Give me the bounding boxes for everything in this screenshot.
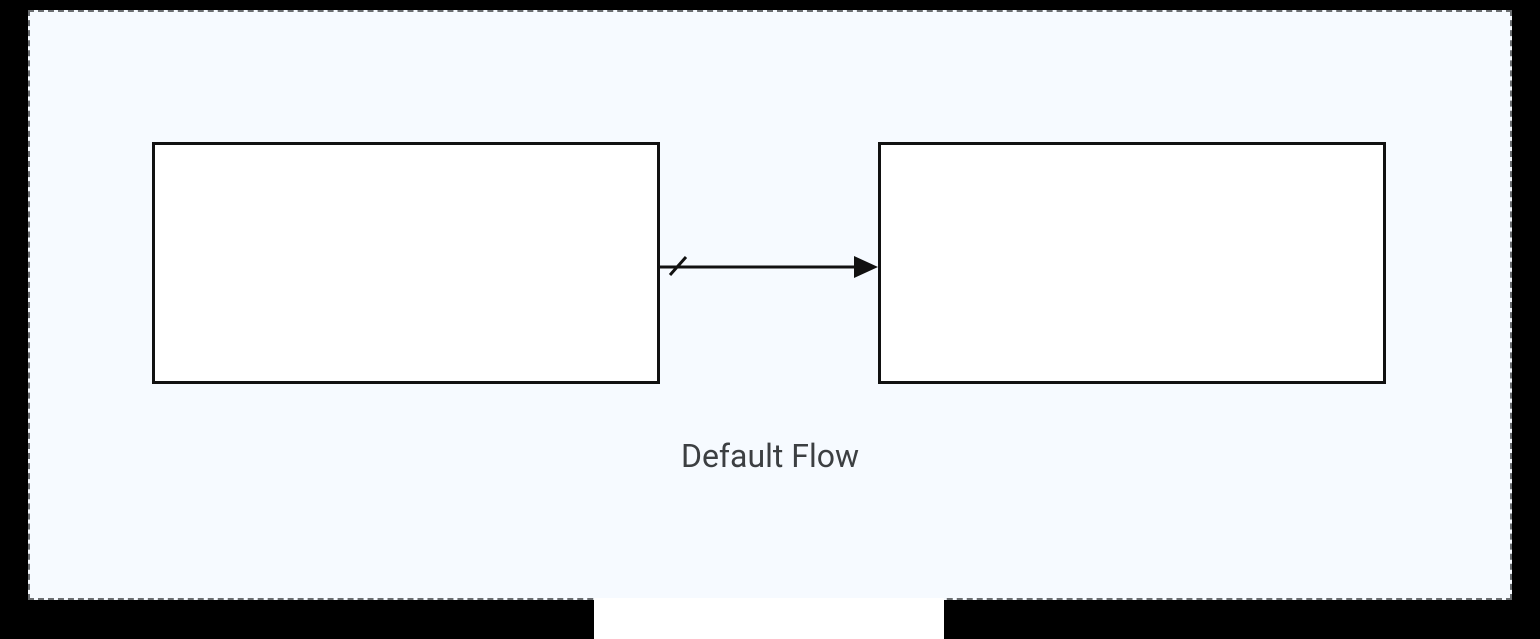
default-flow-connector bbox=[660, 242, 878, 292]
flow-node-b[interactable] bbox=[878, 142, 1386, 384]
footer-tab bbox=[594, 598, 944, 639]
diagram-canvas: Default Flow bbox=[28, 10, 1512, 600]
flow-node-a[interactable] bbox=[152, 142, 660, 384]
diagram-caption: Default Flow bbox=[30, 437, 1510, 475]
